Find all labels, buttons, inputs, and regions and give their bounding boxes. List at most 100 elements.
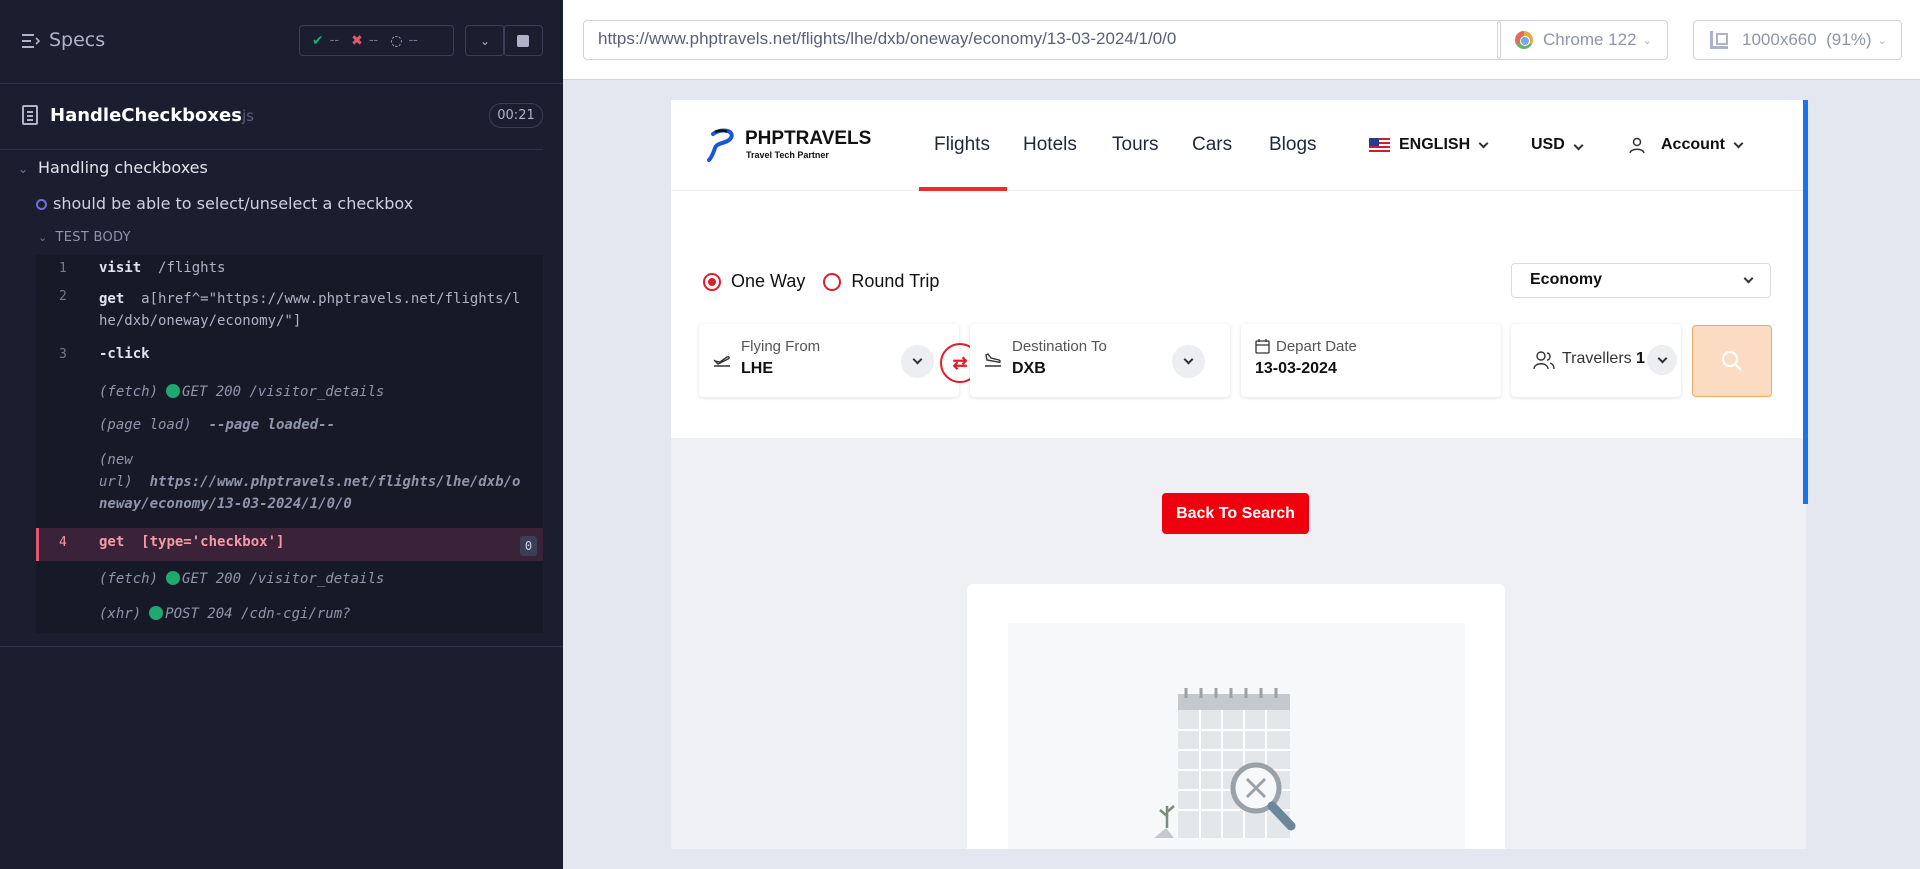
x-icon: ✖ xyxy=(351,32,363,49)
no-results-illustration-bg xyxy=(1008,623,1465,849)
viewport-selector[interactable]: 1000x660 (91%) ⌄ xyxy=(1693,20,1902,60)
chevron-down-icon: ⌄ xyxy=(1642,34,1652,47)
command-row[interactable]: 3 -click xyxy=(36,341,543,369)
account-menu[interactable]: Account xyxy=(1629,136,1744,154)
menu-icon[interactable] xyxy=(22,33,40,49)
chevron-down-icon xyxy=(1657,353,1667,363)
us-flag-icon xyxy=(1369,138,1390,152)
back-to-search-button[interactable]: Back To Search xyxy=(1162,493,1309,534)
one-way-radio[interactable] xyxy=(703,272,721,291)
travellers-label: Travellers xyxy=(1562,350,1632,367)
document-icon xyxy=(22,105,38,125)
event-type: (fetch) xyxy=(99,571,159,587)
from-dropdown-button[interactable] xyxy=(901,345,934,378)
language-label: ENGLISH xyxy=(1399,136,1471,153)
command-method: get xyxy=(99,291,125,307)
landing-icon xyxy=(985,353,1001,367)
destination-value: DXB xyxy=(1012,360,1046,377)
event-text: (page load) --page loaded-- xyxy=(99,414,335,436)
logo-icon[interactable] xyxy=(707,126,737,162)
event-type-cont: url) xyxy=(99,474,133,490)
viewport-icon xyxy=(1710,31,1728,49)
travellers-dropdown-button[interactable] xyxy=(1647,345,1677,375)
nav-cars[interactable]: Cars xyxy=(1192,134,1232,156)
spec-file-name[interactable]: HandleCheckboxesjs xyxy=(50,105,254,126)
command-name: visit /flights xyxy=(99,260,225,276)
command-arg: [type='checkbox'] xyxy=(141,534,285,550)
round-trip-label[interactable]: Round Trip xyxy=(851,271,939,292)
event-text: (new url) https://www.phptravels.net/flig… xyxy=(99,449,520,515)
browser-name: Chrome 122 xyxy=(1543,30,1637,49)
fetch-event[interactable]: (fetch) GET 200 /visitor_details xyxy=(36,565,543,593)
search-icon xyxy=(1721,350,1742,371)
nav-hotels[interactable]: Hotels xyxy=(1023,134,1077,156)
round-trip-radio[interactable] xyxy=(823,272,842,291)
event-type: (page load) xyxy=(99,417,192,433)
chevron-down-icon xyxy=(1183,354,1194,365)
aut-iframe: PHPTRAVELS Travel Tech Partner Flights H… xyxy=(671,100,1806,849)
suite-title[interactable]: ⌄ Handling checkboxes xyxy=(18,158,208,177)
specs-title[interactable]: Specs xyxy=(49,29,105,51)
event-type: (new xyxy=(99,452,133,468)
cabin-class-select[interactable]: Economy xyxy=(1511,263,1771,298)
cabin-class-value: Economy xyxy=(1530,271,1603,288)
command-arg: /flights xyxy=(158,260,226,276)
check-icon: ✔ xyxy=(312,32,324,49)
event-detail: GET 200 /visitor_details xyxy=(182,384,385,400)
chevron-down-icon xyxy=(912,354,923,365)
running-spinner-icon xyxy=(36,199,47,210)
scrollbar[interactable] xyxy=(1803,100,1808,504)
command-name: -click xyxy=(99,346,150,362)
url-bar[interactable]: https://www.phptravels.net/flights/lhe/d… xyxy=(583,20,1501,60)
stop-button[interactable] xyxy=(503,25,543,56)
newurl-event[interactable]: (new url) https://www.phptravels.net/flig… xyxy=(36,449,543,515)
xhr-event[interactable]: (xhr) POST 204 /cdn-cgi/rum? xyxy=(36,599,543,627)
spec-file-row[interactable]: HandleCheckboxesjs xyxy=(0,96,563,136)
test-title-text: should be able to select/unselect a chec… xyxy=(53,194,414,213)
viewport-size: 1000x660 xyxy=(1742,30,1817,49)
test-body-label[interactable]: ⌄ TEST BODY xyxy=(38,230,131,245)
flying-from-label: Flying From xyxy=(741,338,821,355)
event-text: (fetch) GET 200 /visitor_details xyxy=(99,381,384,403)
test-title[interactable]: should be able to select/unselect a chec… xyxy=(36,194,413,213)
event-detail: https://www.phptravels.net/flights/lhe/d… xyxy=(149,474,521,490)
destination-field[interactable]: Destination To DXB xyxy=(970,324,1230,397)
event-detail: --page loaded-- xyxy=(208,417,336,433)
spec-file-basename: HandleCheckboxes xyxy=(50,105,242,126)
flying-from-field[interactable]: Flying From LHE xyxy=(699,324,959,397)
currency-label: USD xyxy=(1531,136,1565,153)
to-dropdown-button[interactable] xyxy=(1172,345,1205,378)
passed-count: -- xyxy=(329,33,340,48)
collapse-button[interactable]: ⌄ xyxy=(465,25,505,56)
test-stats: ✔ -- ✖ -- ◌ -- xyxy=(299,25,454,56)
one-way-label[interactable]: One Way xyxy=(731,271,805,292)
logo-name[interactable]: PHPTRAVELS xyxy=(745,128,871,150)
nav-blogs[interactable]: Blogs xyxy=(1269,134,1317,156)
travellers-field[interactable]: Travellers 1 xyxy=(1511,324,1681,397)
command-row[interactable]: 2 get a[href^="https://www.phptravels.ne… xyxy=(36,283,543,333)
status-dot-icon xyxy=(149,606,164,620)
search-button[interactable] xyxy=(1692,325,1772,397)
chrome-icon xyxy=(1515,31,1533,49)
currency-selector[interactable]: USD xyxy=(1531,136,1584,154)
command-arg-cont: he/dxb/oneway/economy/"] xyxy=(99,313,302,329)
flying-from-value: LHE xyxy=(741,360,773,377)
command-row[interactable]: 1 visit /flights xyxy=(36,255,543,283)
command-row-active[interactable]: 4 get [type='checkbox'] 0 xyxy=(36,528,543,561)
language-selector[interactable]: ENGLISH xyxy=(1369,136,1489,154)
depart-date-field[interactable]: Depart Date 13-03-2024 xyxy=(1241,324,1501,397)
specs-header: Specs ✔ -- ✖ -- ◌ -- ⌄ xyxy=(0,0,563,84)
flight-search-form: One Way Round Trip Economy Flying From L… xyxy=(671,191,1806,438)
divider xyxy=(0,646,563,647)
pageload-event[interactable]: (page load) --page loaded-- xyxy=(36,412,543,440)
no-results-card xyxy=(967,584,1505,849)
nav-tours[interactable]: Tours xyxy=(1112,134,1158,156)
stop-icon xyxy=(517,34,529,47)
nav-flights[interactable]: Flights xyxy=(934,134,990,156)
viewport-zoom: (91%) xyxy=(1826,30,1872,49)
fetch-event[interactable]: (fetch) GET 200 /visitor_details xyxy=(36,379,543,407)
destination-label: Destination To xyxy=(1012,338,1107,355)
browser-selector[interactable]: Chrome 122 ⌄ xyxy=(1497,20,1668,60)
element-count-badge: 0 xyxy=(520,536,537,556)
users-icon xyxy=(1533,351,1555,370)
